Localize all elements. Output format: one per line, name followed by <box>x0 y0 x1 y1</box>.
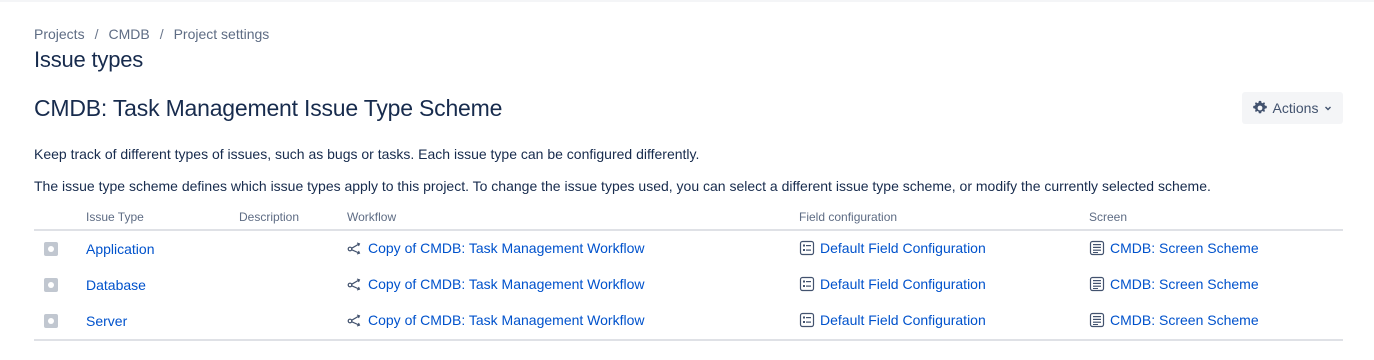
issue-types-table: Issue Type Description Workflow Field co… <box>34 205 1343 341</box>
issue-type-description <box>239 303 347 341</box>
table-row: Database Copy of CMDB: Task Management W… <box>34 267 1343 303</box>
issue-type-link[interactable]: Database <box>86 277 146 293</box>
workflow-icon <box>347 277 361 291</box>
screen-link[interactable]: CMDB: Screen Scheme <box>1089 312 1259 328</box>
workflow-icon <box>347 313 361 327</box>
field-configuration-name: Default Field Configuration <box>820 275 986 292</box>
field-configuration-icon <box>799 312 815 327</box>
issue-type-icon <box>44 314 58 328</box>
workflow-link[interactable]: Copy of CMDB: Task Management Workflow <box>347 240 644 256</box>
screen-icon <box>1089 276 1105 291</box>
workflow-link[interactable]: Copy of CMDB: Task Management Workflow <box>347 276 644 292</box>
issue-type-link[interactable]: Application <box>86 241 155 257</box>
field-configuration-icon <box>799 276 815 291</box>
description-text: The issue type scheme defines which issu… <box>34 178 1211 194</box>
scheme-title: CMDB: Task Management Issue Type Scheme <box>34 95 503 121</box>
table-row: Server Copy of CMDB: Task Management Wor… <box>34 303 1343 341</box>
screen-link[interactable]: CMDB: Screen Scheme <box>1089 240 1259 256</box>
workflow-icon <box>347 241 361 255</box>
field-configuration-name: Default Field Configuration <box>820 311 986 328</box>
issue-type-link[interactable]: Server <box>86 313 127 329</box>
header-issue-type: Issue Type <box>86 205 239 231</box>
chevron-down-icon <box>1325 106 1332 111</box>
workflow-name: Copy of CMDB: Task Management Workflow <box>368 239 645 256</box>
breadcrumb-separator: / <box>94 26 99 42</box>
field-configuration-link[interactable]: Default Field Configuration <box>799 240 986 256</box>
screen-icon <box>1089 312 1105 327</box>
breadcrumb-cmdb[interactable]: CMDB <box>108 26 149 42</box>
issue-type-description <box>239 267 347 303</box>
header-screen: Screen <box>1089 205 1343 231</box>
field-configuration-name: Default Field Configuration <box>820 239 986 256</box>
page-title: Issue types <box>34 47 144 72</box>
screen-icon <box>1089 240 1105 255</box>
screen-link[interactable]: CMDB: Screen Scheme <box>1089 276 1259 292</box>
workflow-name: Copy of CMDB: Task Management Workflow <box>368 275 645 292</box>
table-row: Application Copy of CMDB: Task Managemen… <box>34 230 1343 267</box>
screen-name: CMDB: Screen Scheme <box>1110 275 1259 292</box>
issue-type-icon <box>44 242 58 256</box>
breadcrumb-separator: / <box>159 26 164 42</box>
header-workflow: Workflow <box>347 205 799 231</box>
field-configuration-icon <box>799 240 815 255</box>
screen-name: CMDB: Screen Scheme <box>1110 239 1259 256</box>
description-text: Keep track of different types of issues,… <box>34 146 700 162</box>
screen-name: CMDB: Screen Scheme <box>1110 311 1259 328</box>
field-configuration-link[interactable]: Default Field Configuration <box>799 312 986 328</box>
issue-type-description <box>239 230 347 267</box>
field-configuration-link[interactable]: Default Field Configuration <box>799 276 986 292</box>
breadcrumb: Projects / CMDB / Project settings <box>34 26 269 42</box>
gear-icon <box>1252 100 1267 114</box>
actions-label: Actions <box>1272 100 1319 116</box>
actions-button[interactable]: Actions <box>1242 92 1343 124</box>
header-description: Description <box>239 205 347 231</box>
header-icon <box>34 205 86 231</box>
top-divider <box>0 0 1374 2</box>
header-field-configuration: Field configuration <box>799 205 1089 231</box>
table-header-row: Issue Type Description Workflow Field co… <box>34 205 1343 231</box>
issue-type-icon <box>44 278 58 292</box>
breadcrumb-projects[interactable]: Projects <box>34 26 85 42</box>
workflow-link[interactable]: Copy of CMDB: Task Management Workflow <box>347 312 644 328</box>
breadcrumb-project-settings[interactable]: Project settings <box>174 26 270 42</box>
workflow-name: Copy of CMDB: Task Management Workflow <box>368 311 645 328</box>
